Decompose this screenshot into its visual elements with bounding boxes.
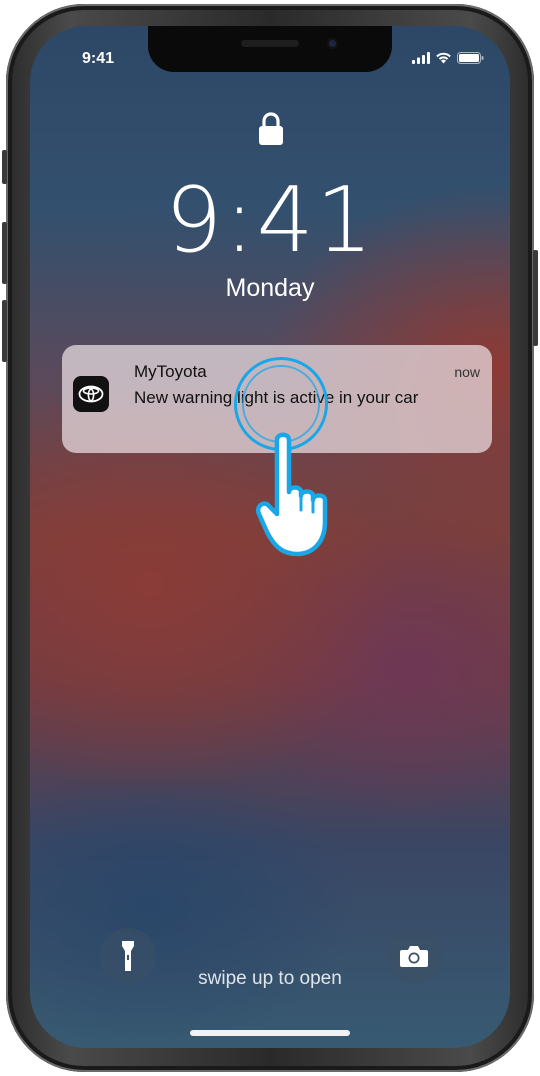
status-time: 9:41 xyxy=(82,50,115,67)
volume-down-button xyxy=(2,300,7,362)
wifi-icon xyxy=(436,52,451,64)
cellular-signal-icon xyxy=(412,52,430,64)
status-icons xyxy=(412,52,484,64)
camera-icon xyxy=(400,946,428,967)
lock-screen: 9:41 9:41 Monday MyToyota now New warnin… xyxy=(30,26,510,1048)
home-indicator[interactable] xyxy=(190,1030,350,1036)
lock-icon xyxy=(259,112,283,145)
notification-app-name: MyToyota xyxy=(134,362,207,381)
power-button xyxy=(533,250,538,346)
lock-screen-day: Monday xyxy=(225,274,315,302)
notification-timestamp: now xyxy=(454,364,480,380)
mute-switch xyxy=(2,150,7,184)
front-camera xyxy=(327,38,338,49)
battery-icon xyxy=(457,52,484,64)
volume-up-button xyxy=(2,222,7,284)
flashlight-icon xyxy=(122,941,134,971)
stage: 9:41 9:41 Monday MyToyota now New warnin… xyxy=(0,0,540,1076)
toyota-logo-icon xyxy=(73,376,109,412)
swipe-up-label: swipe up to open xyxy=(198,968,342,989)
tap-hand-icon xyxy=(255,432,328,557)
notch xyxy=(148,26,392,72)
speaker xyxy=(241,40,299,47)
lock-screen-time: 9:41 xyxy=(164,168,376,273)
